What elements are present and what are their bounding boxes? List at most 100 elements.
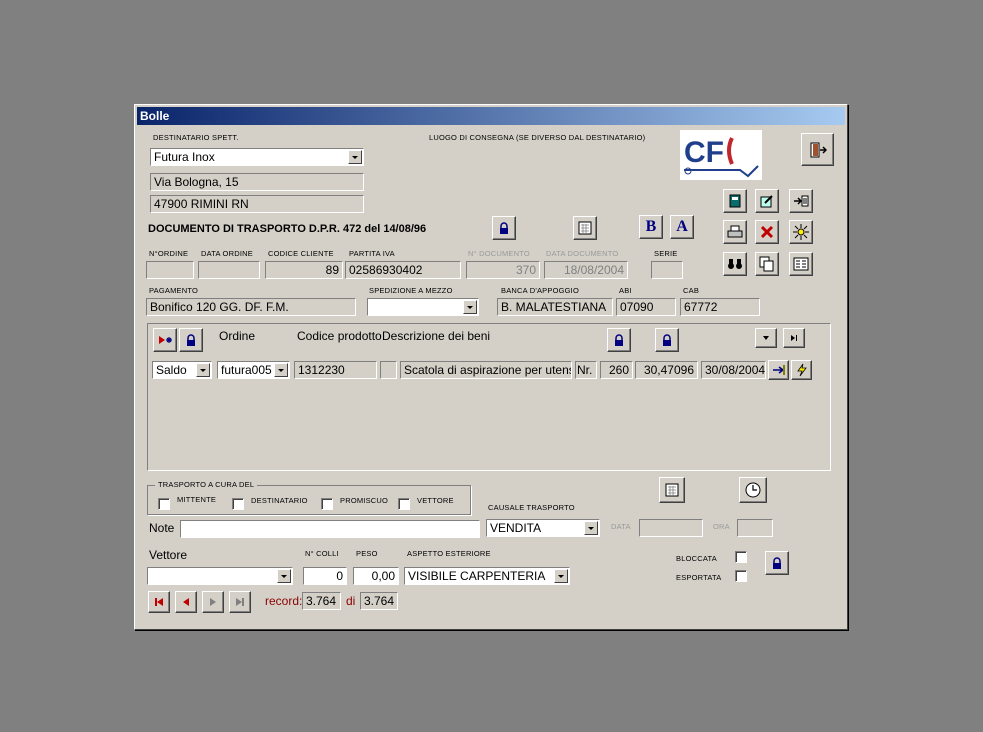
copy-button[interactable] [755,252,779,276]
n-ordine-field[interactable] [146,261,194,279]
last-record-button[interactable] [229,591,251,613]
line-qta-field[interactable]: 260 [600,361,633,379]
lock-icon [615,334,623,346]
line-prezzo-field[interactable]: 30,47096 [635,361,698,379]
edit-button[interactable] [755,189,779,213]
promiscuo-checkbox[interactable] [321,498,333,510]
last-record-icon [236,598,244,606]
causale-label: CAUSALE TRASPORTO [488,503,575,512]
lock-button-price[interactable] [655,328,679,352]
line-um-field[interactable]: Nr. [575,361,597,379]
note-field[interactable] [180,520,480,538]
arrow-right-icon [772,365,785,375]
calendar-button[interactable] [659,477,685,503]
colli-field[interactable]: 0 [303,567,347,585]
line-action-button[interactable] [791,360,812,380]
pagamento-field[interactable]: Bonifico 120 GG. DF. F.M. [146,298,356,316]
book-button[interactable] [723,189,747,213]
peso-label: PESO [356,549,378,558]
abi-field[interactable]: 07090 [616,298,676,316]
scroll-down-button[interactable] [755,328,777,348]
chevron-down-icon[interactable] [196,363,210,377]
line-data-field[interactable]: 30/08/2004 [701,361,766,379]
print-button[interactable] [723,220,747,244]
line-codice-field[interactable]: 1312230 [294,361,377,379]
serie-field[interactable] [651,261,683,279]
insert-button[interactable] [789,189,813,213]
view-button[interactable] [789,252,813,276]
printer-icon [727,225,743,238]
destinatario-combo[interactable]: Futura Inox [150,148,364,166]
peso-field[interactable]: 0,00 [353,567,399,585]
line-ordine-combo[interactable]: futura005 [217,361,290,379]
line-blank-field[interactable] [380,361,397,379]
codice-cliente-field[interactable]: 89 [265,261,343,279]
destinatario-checkbox[interactable] [232,498,244,510]
vettore-combo[interactable] [147,567,293,585]
esportata-checkbox[interactable] [735,570,747,582]
banca-field[interactable]: B. MALATESTIANA [497,298,613,316]
chevron-down-icon[interactable] [584,521,598,535]
aspetto-combo[interactable]: VISIBILE CARPENTERIA [404,567,570,585]
chevron-down-icon[interactable] [277,569,291,583]
form-view-icon [793,257,809,271]
spedizione-combo[interactable] [367,298,479,316]
book-icon [729,194,741,208]
data-ordine-field[interactable] [198,261,260,279]
lock-button-lines[interactable] [179,328,203,352]
company-logo: CF [680,130,762,180]
banca-label: BANCA D'APPOGGIO [501,286,579,295]
mittente-checkbox[interactable] [158,498,170,510]
prev-record-button[interactable] [175,591,197,613]
lock-button-descr[interactable] [607,328,631,352]
scroll-last-button[interactable] [783,328,805,348]
data-field [639,519,703,537]
copy-icon [759,256,774,272]
bloccata-checkbox[interactable] [735,551,747,563]
vettore-checkbox[interactable] [398,498,410,510]
line-go-button[interactable] [768,360,789,380]
chevron-down-icon[interactable] [348,150,362,164]
col-descrizione-header: Descrizione dei beni [382,329,491,343]
calculator-icon [665,483,679,497]
arrow-last-icon [791,335,797,341]
ora-field [737,519,773,537]
line-tipo: Saldo [156,363,187,377]
record-of-label: di [346,594,356,608]
lock-button-doc[interactable] [492,216,516,240]
lightning-icon [796,363,807,377]
lock-button-status[interactable] [765,551,789,575]
font-a-button[interactable]: A [670,215,694,239]
chevron-down-icon[interactable] [274,363,288,377]
delete-button[interactable] [755,220,779,244]
chevron-down-icon[interactable] [463,300,477,314]
new-button[interactable] [789,220,813,244]
cab-field[interactable]: 67772 [680,298,760,316]
mittente-label: MITTENTE [177,495,217,504]
delete-icon [760,225,774,239]
address-field[interactable]: Via Bologna, 15 [150,173,364,191]
exit-button[interactable] [801,133,834,166]
next-record-button[interactable] [202,591,224,613]
clock-button[interactable] [739,477,767,503]
causale-combo[interactable]: VENDITA [486,519,600,537]
new-line-button[interactable] [153,328,177,352]
vettore-chk-label: VETTORE [417,496,454,505]
first-record-button[interactable] [148,591,170,613]
calculator-icon [578,221,592,235]
ora-label: ORA [713,522,730,531]
line-descrizione-field[interactable]: Scatola di aspirazione per utensile c [400,361,572,379]
calculator-button[interactable] [573,216,597,240]
record-total: 3.764 [360,592,398,610]
binoculars-icon [728,259,742,269]
partita-iva-field[interactable]: 02586930402 [345,261,461,279]
search-button[interactable] [723,252,747,276]
prev-record-icon [183,598,189,606]
city-field[interactable]: 47900 RIMINI RN [150,195,364,213]
n-documento-field: 370 [466,261,540,279]
data-documento-field: 18/08/2004 [544,261,628,279]
doc-title: DOCUMENTO DI TRASPORTO D.P.R. 472 del 14… [148,223,427,235]
line-tipo-combo[interactable]: Saldo [152,361,212,379]
bold-button[interactable]: B [639,215,663,239]
chevron-down-icon[interactable] [554,569,568,583]
